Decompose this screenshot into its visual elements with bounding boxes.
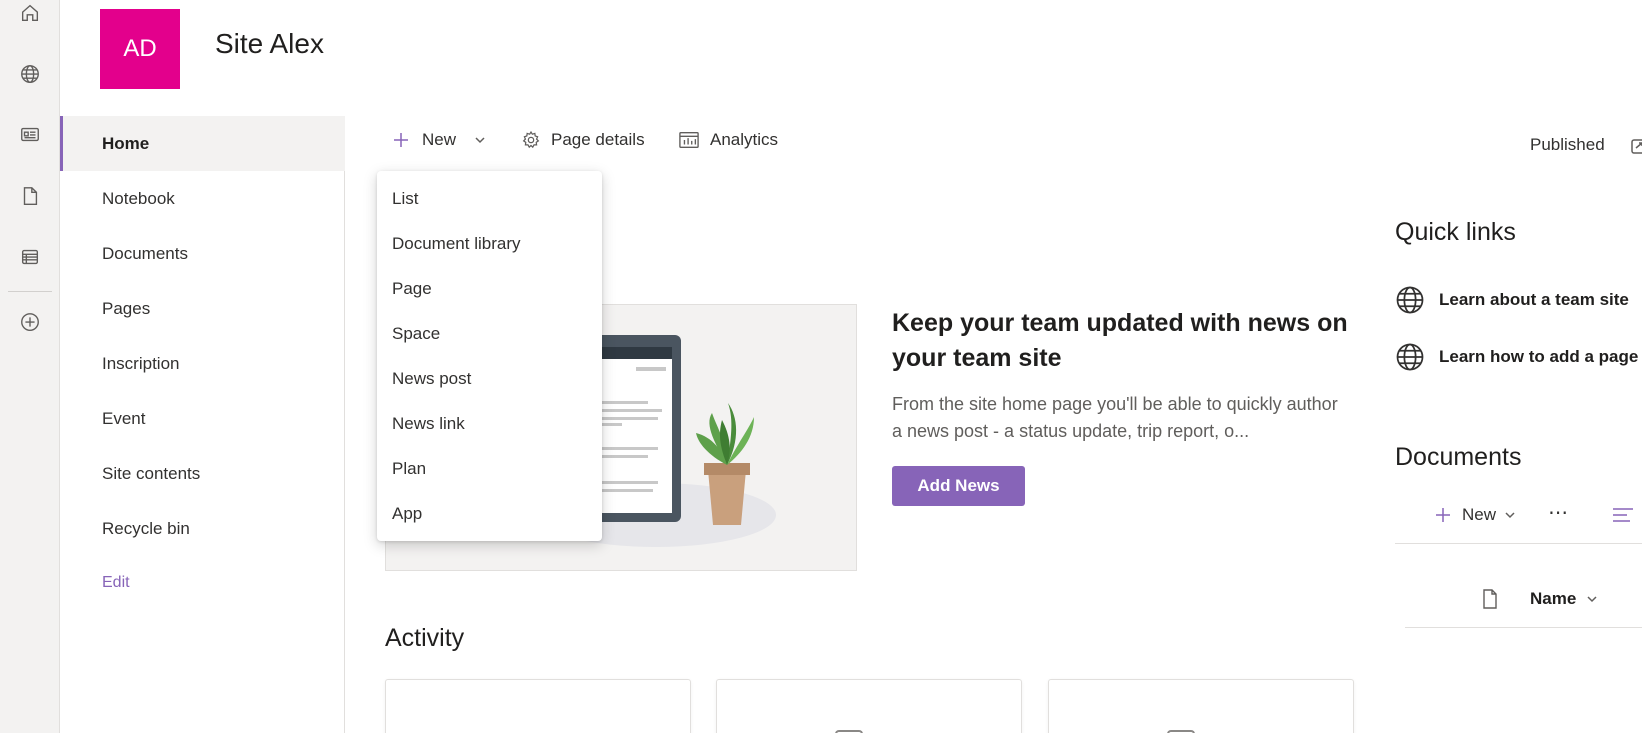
site-title[interactable]: Site Alex [215,28,324,60]
nav-item-label: Recycle bin [102,518,190,538]
menu-item-label: App [392,504,423,523]
chevron-down-icon [1587,596,1597,603]
menu-item-app[interactable]: App [377,494,602,534]
documents-header-divider [1405,627,1642,628]
documents-new-label: New [1462,505,1497,524]
menu-item-label: News link [392,414,465,433]
news-description: From the site home page you'll be able t… [892,394,1338,441]
chevron-down-icon [475,137,485,144]
news-icon[interactable] [17,121,43,147]
new-button-label: New [422,130,457,149]
view-options-icon[interactable] [1612,506,1634,524]
chart-icon [679,132,699,148]
nav-item-label: Inscription [102,353,180,373]
menu-item-news-post[interactable]: News post [377,359,602,399]
menu-item-label: Document library [392,234,521,253]
globe-icon[interactable] [17,61,43,87]
activity-card[interactable] [385,679,691,733]
activity-heading: Activity [385,624,465,652]
menu-item-space[interactable]: Space [377,314,602,354]
documents-new-button[interactable]: New [1434,505,1516,525]
documents-heading: Documents [1395,443,1522,471]
share-icon[interactable] [1630,136,1642,156]
nav-item-label: Home [102,133,150,153]
add-circle-icon[interactable] [17,309,43,335]
nav-item-label: Documents [102,243,188,263]
menu-item-document-library[interactable]: Document library [377,224,602,264]
activity-card[interactable] [716,679,1022,733]
news-title: Keep your team updated with news on your… [892,309,1348,372]
quick-link-label: Learn about a team site [1439,290,1629,309]
page-details-label: Page details [551,130,645,149]
nav-item-label: Pages [102,298,151,318]
nav-edit-link[interactable]: Edit [102,574,130,592]
new-button[interactable]: New [392,130,486,150]
chevron-down-icon [1505,512,1515,519]
menu-item-page[interactable]: Page [377,269,602,309]
analytics-button[interactable]: Analytics [678,130,778,150]
nav-item-label: Site contents [102,463,201,483]
nav-item-label: Notebook [102,188,175,208]
gear-icon [522,130,540,149]
quick-link-team-site[interactable]: Learn about a team site [1395,285,1629,315]
page-details-button[interactable]: Page details [521,130,645,150]
more-options-icon[interactable]: ⋯ [1548,500,1569,525]
site-logo-initials: AD [123,35,157,62]
quick-link-label: Learn how to add a page [1439,347,1639,366]
nav-item-inscription[interactable]: Inscription [60,336,345,391]
nav-item-pages[interactable]: Pages [60,281,345,336]
rail-divider [8,291,52,292]
nav-item-site-contents[interactable]: Site contents [60,446,345,501]
file-type-icon [1483,589,1497,609]
globe-icon [1396,286,1424,314]
nav-item-recycle-bin[interactable]: Recycle bin [60,501,345,556]
nav-item-notebook[interactable]: Notebook [60,171,345,226]
globe-icon [1396,343,1424,371]
nav-item-documents[interactable]: Documents [60,226,345,281]
menu-item-label: Space [392,324,441,343]
menu-item-plan[interactable]: Plan [377,449,602,489]
app-rail [0,0,60,733]
quick-links-heading: Quick links [1395,218,1516,246]
menu-item-label: List [392,189,419,208]
add-news-button[interactable]: Add News [892,466,1025,506]
new-dropdown-menu: List Document library Page Space News po… [377,171,602,541]
quick-link-add-page[interactable]: Learn how to add a page [1395,342,1638,372]
file-icon[interactable] [17,183,43,209]
plus-icon [394,133,408,147]
list-icon[interactable] [17,244,43,270]
site-logo[interactable]: AD [100,9,180,89]
menu-item-news-link[interactable]: News link [377,404,602,444]
menu-item-label: Page [392,279,432,298]
menu-item-label: News post [392,369,472,388]
activity-card[interactable] [1048,679,1354,733]
home-icon[interactable] [17,0,43,26]
nav-item-event[interactable]: Event [60,391,345,446]
menu-item-list[interactable]: List [377,179,602,219]
nav-item-home[interactable]: Home [60,116,345,171]
documents-divider [1395,543,1642,544]
nav-item-label: Event [102,408,146,428]
menu-item-label: Plan [392,459,427,478]
name-column-label: Name [1530,589,1577,608]
left-navigation: Home Notebook Documents Pages Inscriptio… [60,116,345,733]
analytics-label: Analytics [710,130,779,149]
plus-icon [1436,508,1450,522]
name-column-header[interactable]: Name [1530,589,1598,609]
publish-status: Published [1530,135,1605,154]
